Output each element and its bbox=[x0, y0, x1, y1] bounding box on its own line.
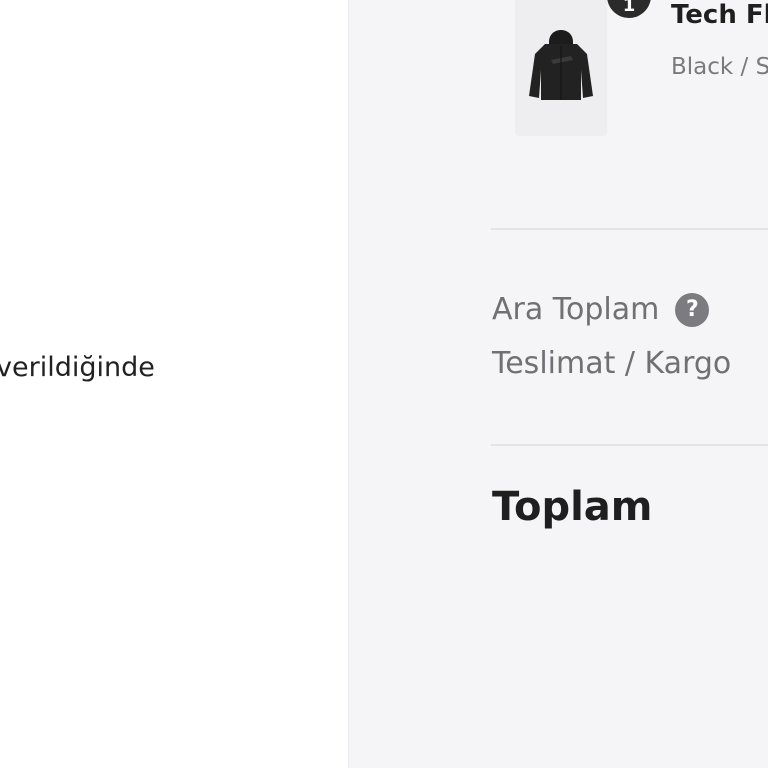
product-thumbnail bbox=[515, 0, 607, 136]
shipping-label: Teslimat / Kargo bbox=[492, 346, 732, 381]
checkout-page: verildiğinde 1 Tech Fl Black / S Ara Top… bbox=[0, 0, 768, 768]
subtotal-row: Ara Toplam? bbox=[492, 292, 710, 327]
summary-divider bbox=[491, 444, 768, 446]
order-summary-panel: 1 Tech Fl Black / S Ara Toplam? Teslimat… bbox=[348, 0, 768, 768]
hoodie-icon bbox=[529, 30, 593, 100]
quantity-badge: 1 bbox=[607, 0, 651, 18]
product-variant: Black / S bbox=[671, 54, 768, 80]
product-name: Tech Fl bbox=[671, 0, 768, 30]
total-label: Toplam bbox=[492, 484, 653, 530]
checkout-form-panel: verildiğinde bbox=[0, 0, 348, 768]
subtotal-label: Ara Toplam bbox=[492, 292, 660, 327]
form-text-fragment: verildiğinde bbox=[0, 352, 155, 383]
summary-divider bbox=[491, 228, 768, 230]
help-icon[interactable]: ? bbox=[675, 293, 710, 327]
